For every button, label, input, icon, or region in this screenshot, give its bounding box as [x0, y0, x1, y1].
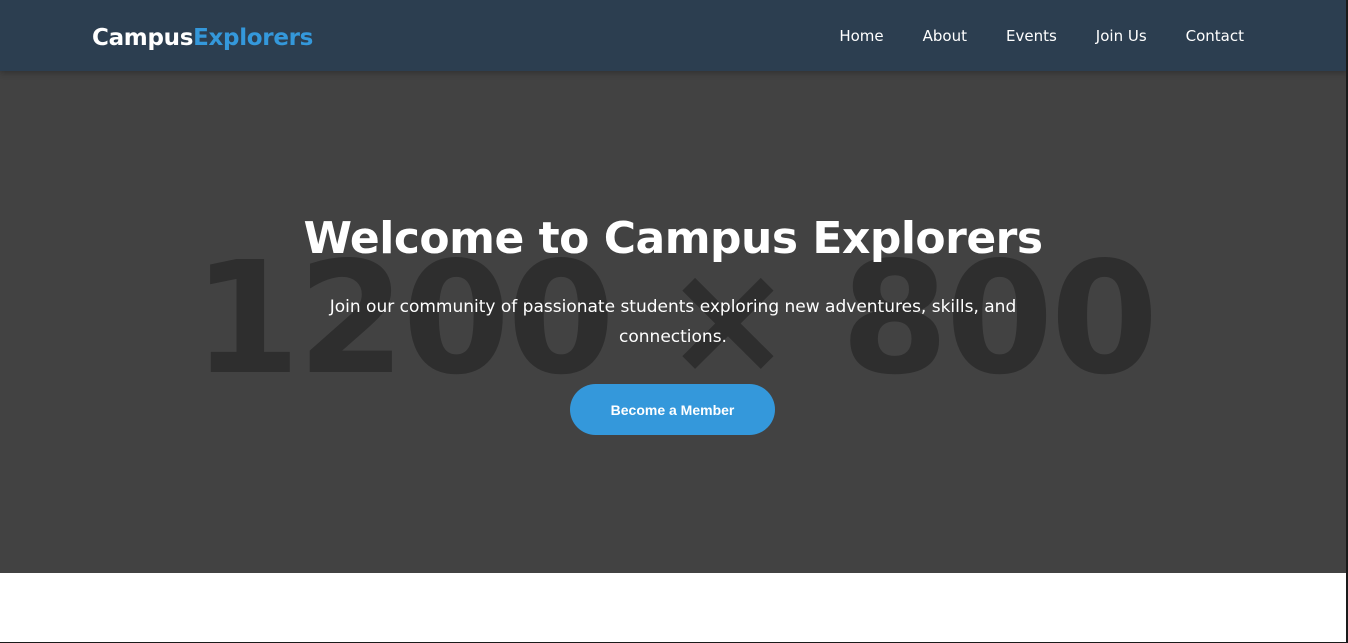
site-logo[interactable]: CampusExplorers: [92, 23, 313, 53]
nav-link-contact[interactable]: Contact: [1186, 24, 1244, 48]
hero-section: 1200 × 800 Welcome to Campus Explorers J…: [0, 71, 1348, 573]
logo-text-campus: Campus: [92, 25, 194, 51]
nav-link-about[interactable]: About: [923, 24, 967, 48]
nav-link-join-us[interactable]: Join Us: [1096, 24, 1147, 48]
nav-link-events[interactable]: Events: [1006, 24, 1057, 48]
nav-link-home[interactable]: Home: [839, 24, 883, 48]
logo-text-explorers: Explorers: [193, 25, 314, 51]
hero-subtitle: Join our community of passionate student…: [329, 297, 1017, 347]
become-member-button[interactable]: Become a Member: [570, 384, 775, 435]
page-content-area: [0, 573, 1348, 643]
top-navbar: CampusExplorers Home About Events Join U…: [0, 0, 1348, 71]
hero-title: Welcome to Campus Explorers: [303, 213, 1043, 264]
main-nav: Home About Events Join Us Contact: [800, 24, 1244, 48]
